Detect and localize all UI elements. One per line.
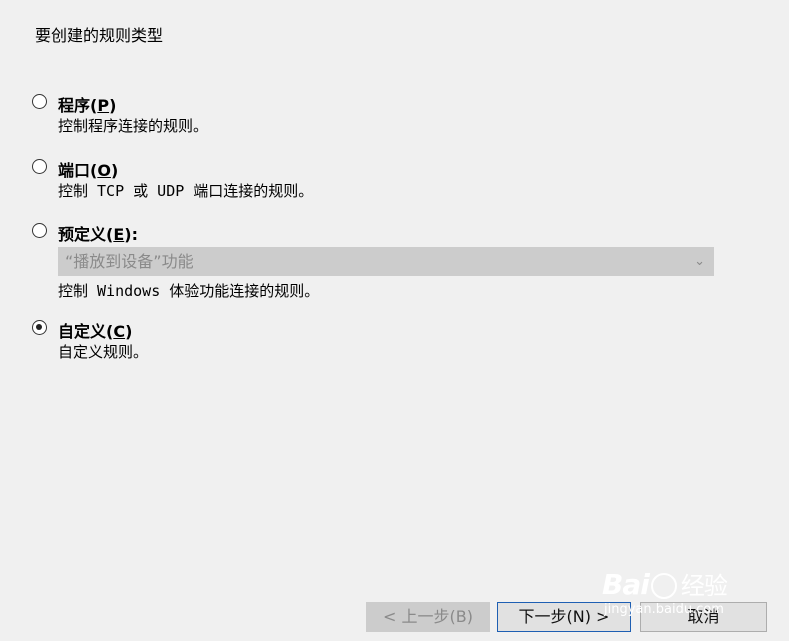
port-radio[interactable] <box>32 159 47 174</box>
option-predefined-desc: 控制 Windows 体验功能连接的规则。 <box>58 282 320 300</box>
back-button: < 上一步(B) <box>366 602 490 632</box>
rule-type-heading: 要创建的规则类型 <box>35 26 164 45</box>
watermark-logo: Bai 经验 <box>602 568 728 601</box>
predefined-radio[interactable] <box>32 223 47 238</box>
chevron-down-icon: ⌄ <box>694 254 705 269</box>
option-custom-label[interactable]: 自定义(C) <box>58 318 132 342</box>
paw-icon <box>650 573 677 599</box>
option-custom-desc: 自定义规则。 <box>58 343 149 361</box>
program-radio[interactable] <box>32 94 47 109</box>
option-predefined-label[interactable]: 预定义(E): <box>58 221 138 245</box>
option-program-desc: 控制程序连接的规则。 <box>58 117 209 135</box>
predefined-rule-select-value: “播放到设备”功能 <box>65 252 194 271</box>
predefined-rule-select: “播放到设备”功能 ⌄ <box>58 247 714 276</box>
option-port-label[interactable]: 端口(O) <box>58 157 118 181</box>
custom-radio[interactable] <box>32 320 47 335</box>
cancel-button[interactable]: 取消 <box>640 602 767 632</box>
option-program-label[interactable]: 程序(P) <box>58 92 116 116</box>
option-port-desc: 控制 TCP 或 UDP 端口连接的规则。 <box>58 182 314 200</box>
next-button[interactable]: 下一步(N) > <box>497 602 631 632</box>
